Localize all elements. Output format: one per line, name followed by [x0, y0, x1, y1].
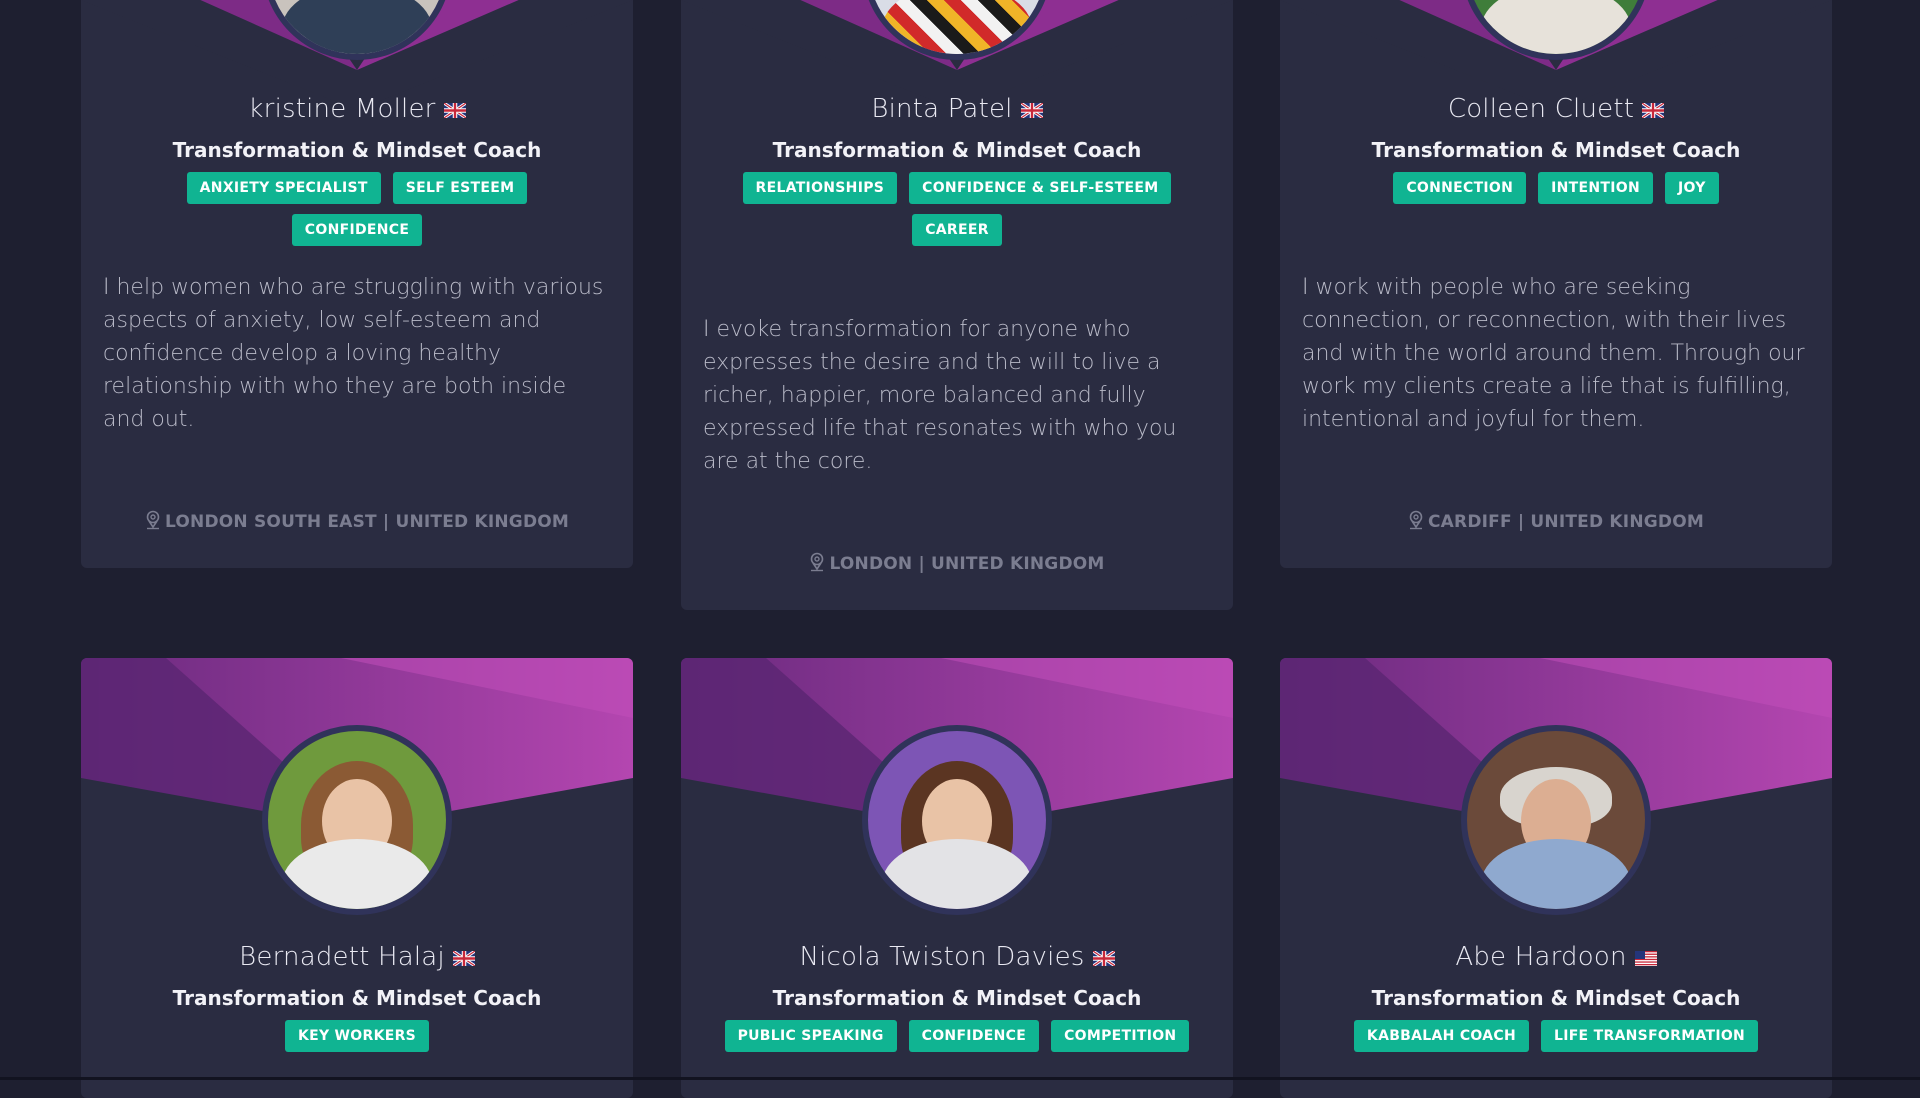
coach-card[interactable]: Colleen Cluett Transformation & Mindset … — [1280, 0, 1832, 568]
coach-avatar[interactable] — [862, 725, 1052, 915]
coach-avatar[interactable] — [262, 0, 452, 60]
coach-bio: I evoke transformation for anyone who ex… — [703, 317, 1177, 474]
coach-name[interactable]: Bernadett Halaj — [81, 942, 633, 973]
tag-list: RELATIONSHIPS CONFIDENCE & SELF-ESTEEM CAR… — [711, 171, 1203, 255]
coach-name[interactable]: Abe Hardoon — [1280, 942, 1832, 973]
us-flag-icon — [1634, 943, 1657, 973]
uk-flag-icon — [442, 95, 467, 125]
tag-badge[interactable]: KABBALAH COACH — [1353, 1020, 1529, 1052]
tag-badge[interactable]: RELATIONSHIPS — [742, 172, 898, 204]
coach-role: Transformation & Mindset Coach — [1371, 138, 1741, 162]
location-pin-icon — [809, 552, 825, 577]
tag-badge[interactable]: SELF ESTEEM — [392, 172, 528, 204]
coach-card[interactable]: Abe Hardoon Transformation & Mindset Coa… — [1280, 658, 1832, 1098]
uk-flag-icon — [1091, 943, 1116, 973]
coach-avatar[interactable] — [1461, 0, 1651, 60]
tag-badge[interactable]: INTENTION — [1538, 172, 1653, 204]
coach-card[interactable]: Bernadett Halaj Transformation & Mindset… — [81, 658, 633, 1098]
coach-bio: I work with people who are seeking conne… — [1302, 275, 1805, 432]
tag-list: KABBALAH COACH LIFE TRANSFORMATION — [1310, 1019, 1802, 1061]
coach-avatar[interactable] — [862, 0, 1052, 60]
coach-role: Transformation & Mindset Coach — [772, 986, 1142, 1010]
tag-badge[interactable]: CONNECTION — [1393, 172, 1527, 204]
coach-location: CARDIFF | UNITED KINGDOM — [1280, 510, 1832, 535]
tag-badge[interactable]: CONFIDENCE — [291, 214, 423, 246]
coach-avatar[interactable] — [1461, 725, 1651, 915]
uk-flag-icon — [1019, 95, 1044, 125]
coach-role: Transformation & Mindset Coach — [1371, 986, 1741, 1010]
tag-list: ANXIETY SPECIALIST SELF ESTEEM CONFIDENCE — [111, 171, 603, 255]
tag-badge[interactable]: JOY — [1665, 172, 1719, 204]
tag-badge[interactable]: PUBLIC SPEAKING — [724, 1020, 897, 1052]
tag-badge[interactable]: KEY WORKERS — [284, 1020, 430, 1052]
location-pin-icon — [145, 510, 161, 535]
coach-role: Transformation & Mindset Coach — [172, 986, 542, 1010]
coach-avatar[interactable] — [262, 725, 452, 915]
tag-list: PUBLIC SPEAKING CONFIDENCE COMPETITION — [711, 1019, 1203, 1061]
coach-name[interactable]: Colleen Cluett — [1280, 94, 1832, 125]
tag-badge[interactable]: CONFIDENCE & SELF-ESTEEM — [909, 172, 1172, 204]
coach-name[interactable]: Binta Patel — [681, 94, 1233, 125]
tag-list: CONNECTION INTENTION JOY — [1310, 171, 1802, 213]
location-pin-icon — [1408, 510, 1424, 535]
uk-flag-icon — [1641, 95, 1665, 125]
coach-location: LONDON | UNITED KINGDOM — [681, 552, 1233, 577]
tag-badge[interactable]: CONFIDENCE — [908, 1020, 1040, 1052]
coach-role: Transformation & Mindset Coach — [772, 138, 1142, 162]
coach-name[interactable]: kristine Moller — [81, 94, 633, 125]
coach-card[interactable]: Binta Patel Transformation & Mindset Coa… — [681, 0, 1233, 610]
coach-name[interactable]: Nicola Twiston Davies — [681, 942, 1233, 973]
tag-list: KEY WORKERS — [111, 1019, 603, 1061]
tag-badge[interactable]: CAREER — [912, 214, 1002, 246]
tag-badge[interactable]: COMPETITION — [1051, 1020, 1190, 1052]
uk-flag-icon — [451, 943, 476, 973]
tag-badge[interactable]: ANXIETY SPECIALIST — [186, 172, 381, 204]
coach-role: Transformation & Mindset Coach — [172, 138, 542, 162]
coach-location: LONDON SOUTH EAST | UNITED KINGDOM — [81, 510, 633, 535]
coach-card[interactable]: Nicola Twiston Davies Transformation & M… — [681, 658, 1233, 1098]
tag-badge[interactable]: LIFE TRANSFORMATION — [1540, 1020, 1759, 1052]
coach-card[interactable]: kristine Moller Transformation & Mindset… — [81, 0, 633, 568]
coach-bio: I help women who are struggling with var… — [103, 275, 604, 432]
